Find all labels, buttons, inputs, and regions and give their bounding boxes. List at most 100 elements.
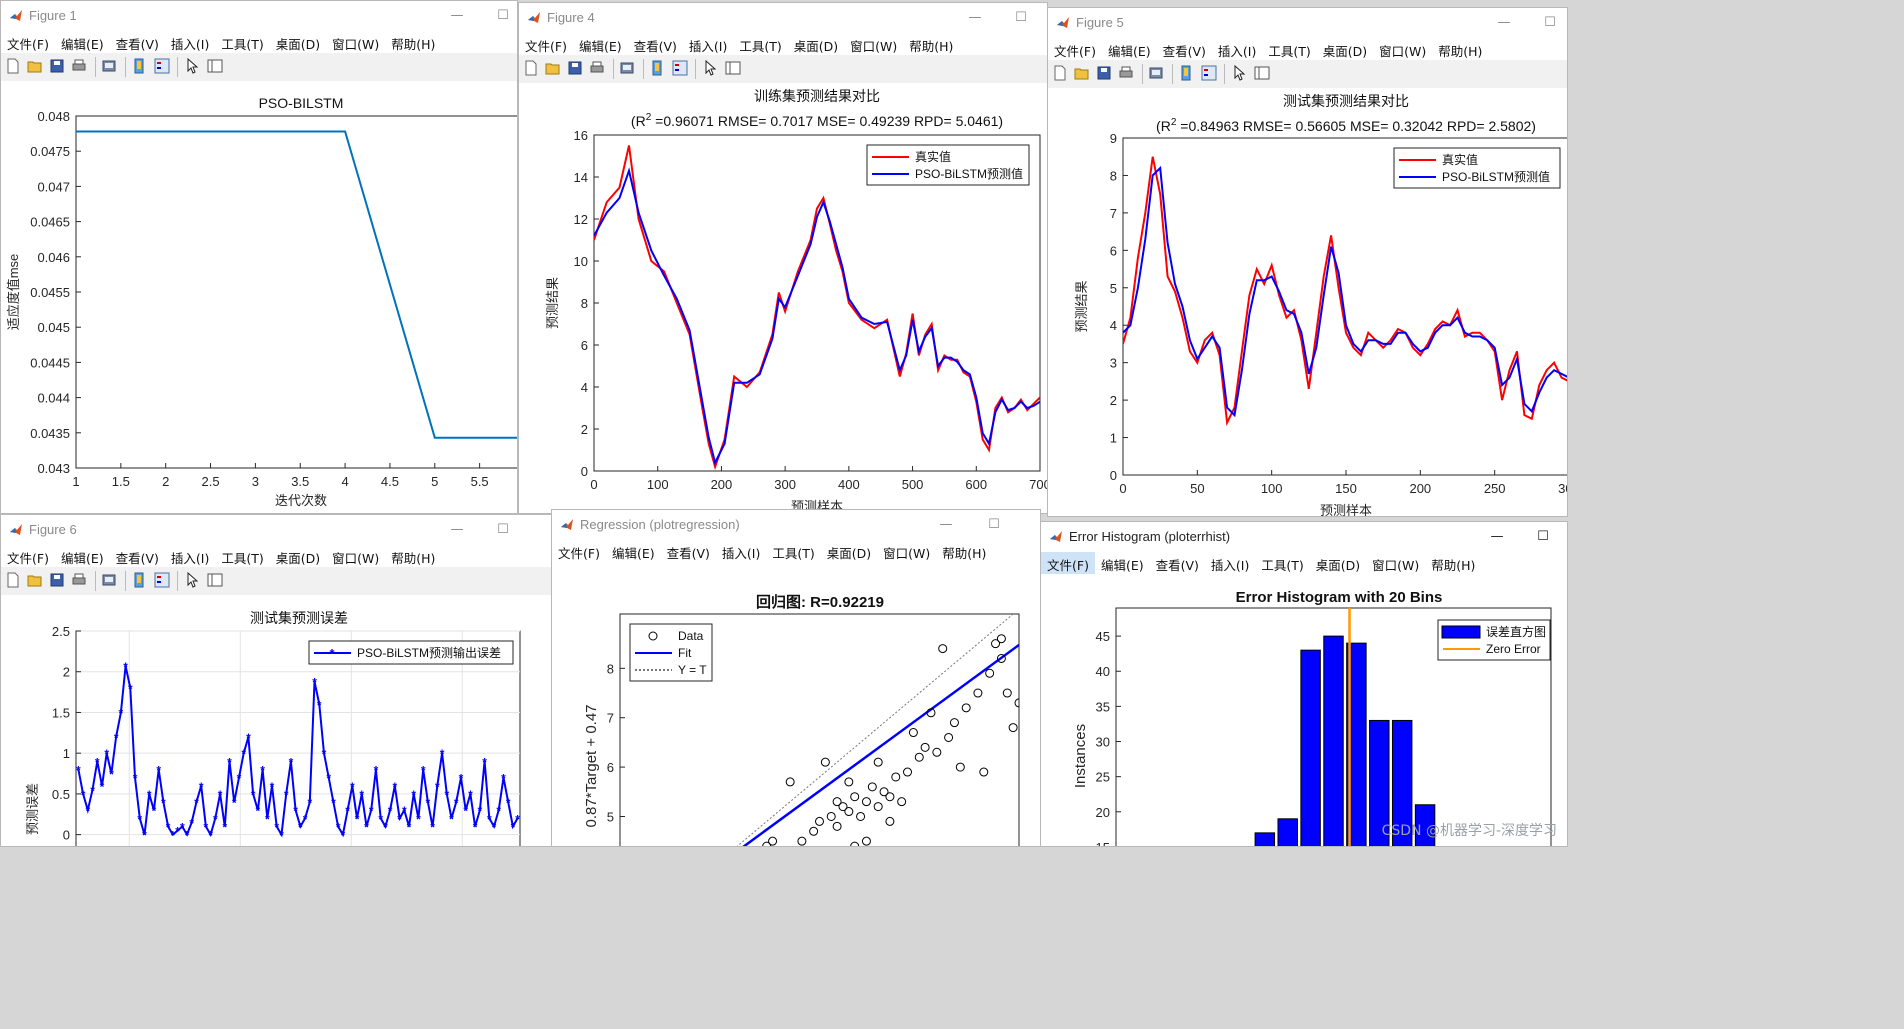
save-icon[interactable]: [1096, 65, 1112, 81]
link-plot-icon[interactable]: [131, 572, 147, 588]
menu-help[interactable]: 帮助(H): [1425, 552, 1481, 574]
menu-edit[interactable]: 编辑(E): [1095, 552, 1150, 574]
print-icon[interactable]: [589, 60, 605, 76]
property-inspector-icon[interactable]: [725, 60, 741, 76]
maximize-button[interactable]: ☐: [493, 6, 513, 26]
menu-tools[interactable]: 工具(T): [215, 545, 269, 567]
menu-window[interactable]: 窗口(W): [1366, 552, 1425, 574]
menu-insert[interactable]: 插入(I): [1205, 552, 1255, 574]
menu-edit[interactable]: 编辑(E): [573, 33, 628, 55]
menu-file[interactable]: 文件(F): [519, 33, 573, 55]
insert-legend-icon[interactable]: [154, 58, 170, 74]
open-folder-icon[interactable]: [1074, 65, 1090, 81]
menu-insert[interactable]: 插入(I): [165, 545, 215, 567]
menu-desktop[interactable]: 桌面(D): [270, 31, 326, 53]
menu-file[interactable]: 文件(F): [1041, 552, 1095, 574]
print-icon[interactable]: [1118, 65, 1134, 81]
print-preview-icon[interactable]: [101, 572, 117, 588]
property-inspector-icon[interactable]: [207, 58, 223, 74]
menu-desktop[interactable]: 桌面(D): [1317, 38, 1373, 60]
insert-legend-icon[interactable]: [672, 60, 688, 76]
edit-plot-arrow-icon[interactable]: [1231, 65, 1247, 81]
menu-tools[interactable]: 工具(T): [215, 31, 269, 53]
menu-edit[interactable]: 编辑(E): [55, 31, 110, 53]
open-folder-icon[interactable]: [545, 60, 561, 76]
save-icon[interactable]: [49, 572, 65, 588]
maximize-button[interactable]: ☐: [1011, 8, 1031, 28]
menu-desktop[interactable]: 桌面(D): [270, 545, 326, 567]
menu-help[interactable]: 帮助(H): [936, 540, 992, 562]
print-icon[interactable]: [71, 572, 87, 588]
maximize-button[interactable]: ☐: [1533, 527, 1553, 547]
save-icon[interactable]: [49, 58, 65, 74]
menu-view[interactable]: 查看(V): [1157, 38, 1212, 60]
print-icon[interactable]: [71, 58, 87, 74]
menu-help[interactable]: 帮助(H): [385, 31, 441, 53]
menu-desktop[interactable]: 桌面(D): [1310, 552, 1366, 574]
menu-file[interactable]: 文件(F): [1048, 38, 1102, 60]
menu-window[interactable]: 窗口(W): [877, 540, 936, 562]
y-tick-label: 8: [607, 661, 614, 676]
error-marker: *: [218, 788, 223, 802]
open-folder-icon[interactable]: [27, 58, 43, 74]
menu-tools[interactable]: 工具(T): [1255, 552, 1309, 574]
print-preview-icon[interactable]: [101, 58, 117, 74]
menu-file[interactable]: 文件(F): [552, 540, 606, 562]
link-plot-icon[interactable]: [649, 60, 665, 76]
new-file-icon[interactable]: [523, 60, 539, 76]
menu-tools[interactable]: 工具(T): [733, 33, 787, 55]
menu-help[interactable]: 帮助(H): [1432, 38, 1488, 60]
menu-view[interactable]: 查看(V): [110, 545, 165, 567]
property-inspector-icon[interactable]: [207, 572, 223, 588]
edit-plot-arrow-icon[interactable]: [184, 58, 200, 74]
menu-view[interactable]: 查看(V): [110, 31, 165, 53]
edit-plot-arrow-icon[interactable]: [184, 572, 200, 588]
insert-legend-icon[interactable]: [154, 572, 170, 588]
menu-edit[interactable]: 编辑(E): [1102, 38, 1157, 60]
insert-legend-icon[interactable]: [1201, 65, 1217, 81]
menu-tools[interactable]: 工具(T): [1262, 38, 1316, 60]
property-inspector-icon[interactable]: [1254, 65, 1270, 81]
menu-view[interactable]: 查看(V): [628, 33, 683, 55]
print-preview-icon[interactable]: [1148, 65, 1164, 81]
maximize-button[interactable]: ☐: [1540, 13, 1560, 33]
error-marker: *: [496, 804, 501, 818]
edit-plot-arrow-icon[interactable]: [702, 60, 718, 76]
menu-insert[interactable]: 插入(I): [683, 33, 733, 55]
minimize-button[interactable]: —: [447, 6, 467, 26]
open-folder-icon[interactable]: [27, 572, 43, 588]
new-file-icon[interactable]: [5, 58, 21, 74]
minimize-button[interactable]: —: [1487, 527, 1507, 547]
new-file-icon[interactable]: [5, 572, 21, 588]
maximize-button[interactable]: ☐: [493, 520, 513, 540]
menu-file[interactable]: 文件(F): [1, 545, 55, 567]
minimize-button[interactable]: —: [447, 520, 467, 540]
minimize-button[interactable]: —: [936, 515, 956, 535]
menu-insert[interactable]: 插入(I): [1212, 38, 1262, 60]
menu-insert[interactable]: 插入(I): [716, 540, 766, 562]
menu-window[interactable]: 窗口(W): [326, 545, 385, 567]
menu-help[interactable]: 帮助(H): [385, 545, 441, 567]
menu-tools[interactable]: 工具(T): [766, 540, 820, 562]
menu-window[interactable]: 窗口(W): [326, 31, 385, 53]
minimize-button[interactable]: —: [965, 8, 985, 28]
link-plot-icon[interactable]: [131, 58, 147, 74]
menu-help[interactable]: 帮助(H): [903, 33, 959, 55]
menu-file[interactable]: 文件(F): [1, 31, 55, 53]
menu-window[interactable]: 窗口(W): [844, 33, 903, 55]
maximize-button[interactable]: ☐: [984, 515, 1004, 535]
menu-edit[interactable]: 编辑(E): [55, 545, 110, 567]
menu-view[interactable]: 查看(V): [1150, 552, 1205, 574]
link-plot-icon[interactable]: [1178, 65, 1194, 81]
menu-desktop[interactable]: 桌面(D): [821, 540, 877, 562]
new-file-icon[interactable]: [1052, 65, 1068, 81]
menu-edit[interactable]: 编辑(E): [606, 540, 661, 562]
menu-insert[interactable]: 插入(I): [165, 31, 215, 53]
minimize-button[interactable]: —: [1494, 13, 1514, 33]
error-marker: *: [147, 788, 152, 802]
print-preview-icon[interactable]: [619, 60, 635, 76]
menu-window[interactable]: 窗口(W): [1373, 38, 1432, 60]
save-icon[interactable]: [567, 60, 583, 76]
menu-view[interactable]: 查看(V): [661, 540, 716, 562]
menu-desktop[interactable]: 桌面(D): [788, 33, 844, 55]
